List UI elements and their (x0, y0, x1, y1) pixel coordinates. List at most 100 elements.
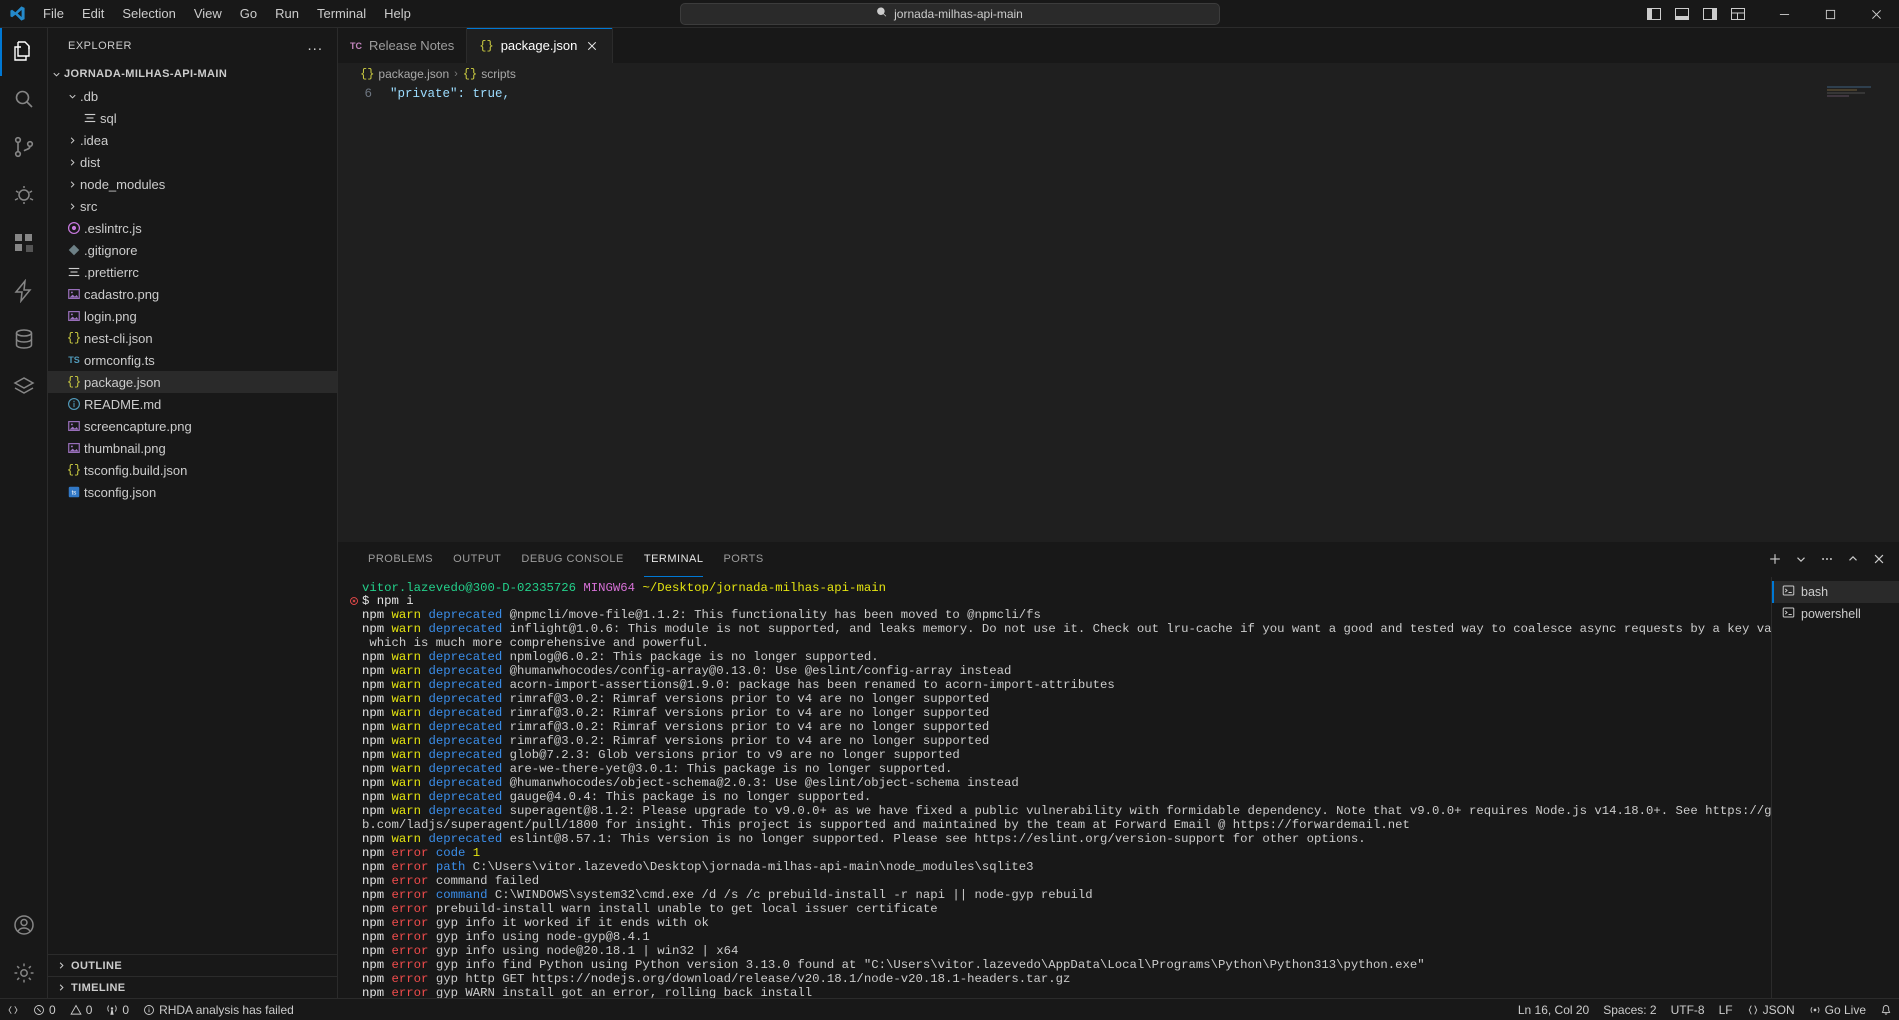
tree-root-folder[interactable]: JORNADA-MILHAS-API-MAIN (48, 63, 337, 85)
tree-item-package-json[interactable]: {} package.json (48, 371, 337, 393)
terminal-tab-powershell[interactable]: powershell (1772, 603, 1899, 625)
terminal-line: npm error gyp info using node-gyp@8.4.1 (338, 930, 1771, 944)
menu-help[interactable]: Help (375, 3, 420, 24)
timeline-panel-header[interactable]: TIMELINE (48, 976, 337, 998)
status-ports-forwarded[interactable]: 0 (99, 999, 136, 1020)
status-remote-indicator[interactable] (0, 999, 26, 1020)
close-icon[interactable] (584, 38, 600, 54)
tab-problems[interactable]: PROBLEMS (358, 542, 443, 577)
tree-item-tsconfig-json[interactable]: ts tsconfig.json (48, 481, 337, 503)
terminal-icon (1782, 584, 1795, 600)
activity-bar-item-manage[interactable] (0, 950, 48, 998)
menu-selection[interactable]: Selection (113, 3, 184, 24)
menu-edit[interactable]: Edit (73, 3, 113, 24)
status-editor-encoding[interactable]: UTF-8 (1664, 999, 1712, 1020)
tree-item-cadastro-png[interactable]: cadastro.png (48, 283, 337, 305)
remote-icon (8, 1005, 18, 1014)
outline-panel-header[interactable]: OUTLINE (48, 954, 337, 976)
status-go-live[interactable]: Go Live (1802, 999, 1873, 1020)
status-problems-errors[interactable]: 0 (26, 999, 63, 1020)
chevron-right-icon (64, 201, 80, 212)
close-panel-button[interactable] (1867, 547, 1891, 571)
terminal-profile-dropdown[interactable] (1789, 547, 1813, 571)
terminal-line: npm warn deprecated @humanwhocodes/confi… (338, 664, 1771, 678)
editor-tab-package-json[interactable]: {} package.json (467, 28, 614, 63)
tree-item-tsconfig-build-json[interactable]: {} tsconfig.build.json (48, 459, 337, 481)
activity-bar-item-search[interactable] (0, 76, 48, 124)
menu-view[interactable]: View (185, 3, 231, 24)
menu-run[interactable]: Run (266, 3, 308, 24)
status-problems-warnings[interactable]: 0 (63, 999, 100, 1020)
terminal-output[interactable]: vitor.lazevedo@300-D-02335726 MINGW64 ~/… (338, 576, 1771, 998)
tree-item-idea[interactable]: .idea (48, 129, 337, 151)
breadcrumb-item-symbol[interactable]: {} scripts (463, 67, 516, 81)
tree-item-dist[interactable]: dist (48, 151, 337, 173)
tree-item-eslintrc[interactable]: .eslintrc.js (48, 217, 337, 239)
tab-output[interactable]: OUTPUT (443, 542, 511, 577)
window-minimize-button[interactable] (1761, 0, 1807, 28)
menu-go[interactable]: Go (231, 3, 266, 24)
toggle-panel-icon[interactable] (1669, 2, 1695, 26)
tree-item-login-png[interactable]: login.png (48, 305, 337, 327)
status-editor-indentation[interactable]: Spaces: 2 (1596, 999, 1663, 1020)
tree-item-src[interactable]: src (48, 195, 337, 217)
toggle-secondary-sidebar-icon[interactable] (1697, 2, 1723, 26)
tab-terminal[interactable]: TERMINAL (634, 542, 714, 577)
tree-item-ormconfig-ts[interactable]: TS ormconfig.ts (48, 349, 337, 371)
source-control-icon (12, 135, 36, 162)
tree-item-node-modules[interactable]: node_modules (48, 173, 337, 195)
panel-more-actions-button[interactable] (1815, 547, 1839, 571)
activity-bar-item-thunder-client[interactable] (0, 268, 48, 316)
tree-item-label: nest-cli.json (84, 330, 153, 346)
editor-content-peek[interactable]: 6 "private": true, (338, 85, 1899, 542)
status-notifications[interactable] (1873, 999, 1899, 1020)
tree-item-sql[interactable]: sql (48, 107, 337, 129)
command-center[interactable]: jornada-milhas-api-main (679, 2, 1220, 25)
explorer-more-actions-button[interactable]: ... (303, 37, 327, 54)
activity-bar-item-explorer[interactable] (0, 28, 48, 76)
status-editor-position[interactable]: Ln 16, Col 20 (1511, 999, 1596, 1020)
status-editor-language[interactable]: JSON (1740, 999, 1802, 1020)
tree-item-screencapture-png[interactable]: screencapture.png (48, 415, 337, 437)
activity-bar-item-layers[interactable] (0, 364, 48, 412)
line-number: 6 (364, 87, 372, 101)
terminal-line-text: npm warn deprecated eslint@8.57.1: This … (362, 831, 1366, 846)
tab-debug-console[interactable]: DEBUG CONSOLE (511, 542, 633, 577)
terminal-line-text: npm error gyp info using node-gyp@8.4.1 (362, 929, 650, 944)
status-editor-eol[interactable]: LF (1712, 999, 1740, 1020)
tab-ports[interactable]: PORTS (713, 542, 773, 577)
breadcrumb-item-file[interactable]: {} package.json (360, 67, 449, 81)
tree-item-readme-md[interactable]: README.md (48, 393, 337, 415)
ellipsis-icon (1822, 558, 1832, 560)
tree-item-nest-cli-json[interactable]: {} nest-cli.json (48, 327, 337, 349)
maximize-panel-button[interactable] (1841, 547, 1865, 571)
extensions-icon (12, 231, 36, 258)
image-icon (64, 287, 84, 301)
editor-tab-release-notes[interactable]: TC Release Notes (338, 28, 468, 63)
activity-bar-item-database[interactable] (0, 316, 48, 364)
editor-minimap[interactable] (1827, 85, 1885, 542)
terminal-line-text: npm error prebuild-install warn install … (362, 901, 938, 916)
chevron-down-icon (64, 91, 80, 102)
activity-bar-item-source-control[interactable] (0, 124, 48, 172)
window-close-button[interactable] (1853, 0, 1899, 28)
chevron-right-icon (59, 984, 64, 991)
tree-item-db[interactable]: .db (48, 85, 337, 107)
activity-bar-item-extensions[interactable] (0, 220, 48, 268)
tree-item-prettierrc[interactable]: .prettierrc (48, 261, 337, 283)
image-icon (64, 309, 84, 323)
activity-bar-item-accounts[interactable] (0, 902, 48, 950)
status-rhda-analysis[interactable]: RHDA analysis has failed (136, 999, 301, 1020)
tree-item-thumbnail-png[interactable]: thumbnail.png (48, 437, 337, 459)
warning-icon (70, 1004, 82, 1015)
terminal-tab-bash[interactable]: bash (1772, 580, 1899, 603)
new-terminal-button[interactable] (1763, 547, 1787, 571)
activity-bar (0, 28, 48, 998)
tree-item-gitignore[interactable]: .gitignore (48, 239, 337, 261)
toggle-primary-sidebar-icon[interactable] (1641, 2, 1667, 26)
menu-file[interactable]: File (34, 3, 73, 24)
menu-terminal[interactable]: Terminal (308, 3, 375, 24)
customize-layout-icon[interactable] (1725, 2, 1751, 26)
activity-bar-item-run-and-debug[interactable] (0, 172, 48, 220)
window-maximize-button[interactable] (1807, 0, 1853, 28)
